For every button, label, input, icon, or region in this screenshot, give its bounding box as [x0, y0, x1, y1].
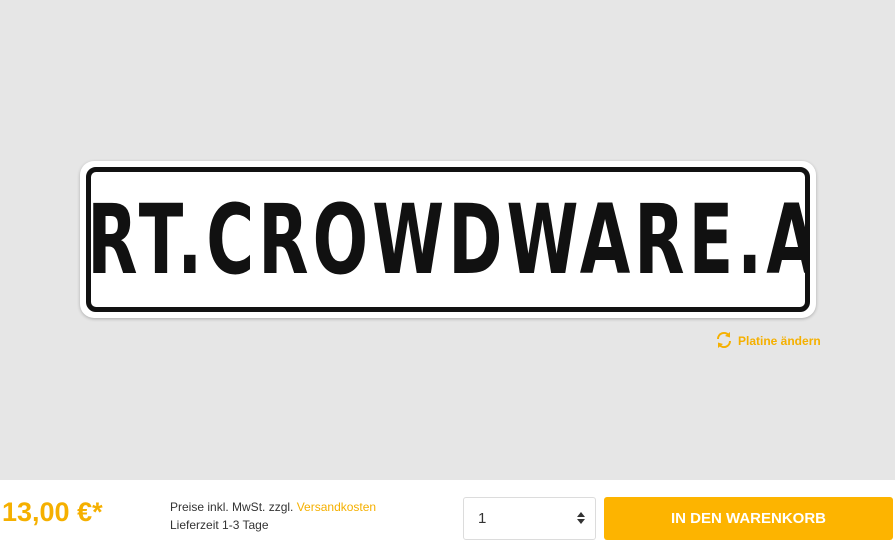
- stepper-arrows-icon: [577, 512, 585, 524]
- chevron-down-icon: [577, 519, 585, 524]
- delivery-time: Lieferzeit 1-3 Tage: [170, 518, 269, 532]
- license-plate-border: ART.CROWDWARE.AT: [86, 167, 810, 312]
- tax-note-line: Preise inkl. MwSt. zzgl. Versandkosten: [170, 498, 376, 516]
- product-preview: ART.CROWDWARE.AT Platine ändern: [0, 0, 895, 480]
- tax-note: Preise inkl. MwSt. zzgl.: [170, 500, 294, 514]
- add-to-cart-button[interactable]: IN DEN WARENKORB: [604, 497, 893, 540]
- change-plate-button[interactable]: Platine ändern: [714, 329, 821, 353]
- chevron-up-icon: [577, 512, 585, 517]
- price-info: Preise inkl. MwSt. zzgl. Versandkosten L…: [170, 498, 376, 534]
- product-price: 13,00 €*: [2, 497, 103, 527]
- shipping-costs-link[interactable]: Versandkosten: [297, 500, 376, 514]
- refresh-icon: [714, 330, 734, 353]
- quantity-value: 1: [478, 510, 487, 527]
- plate-text: ART.CROWDWARE.AT: [86, 183, 805, 296]
- change-plate-label: Platine ändern: [738, 334, 821, 348]
- license-plate: ART.CROWDWARE.AT: [80, 161, 816, 318]
- quantity-select[interactable]: 1: [463, 497, 596, 540]
